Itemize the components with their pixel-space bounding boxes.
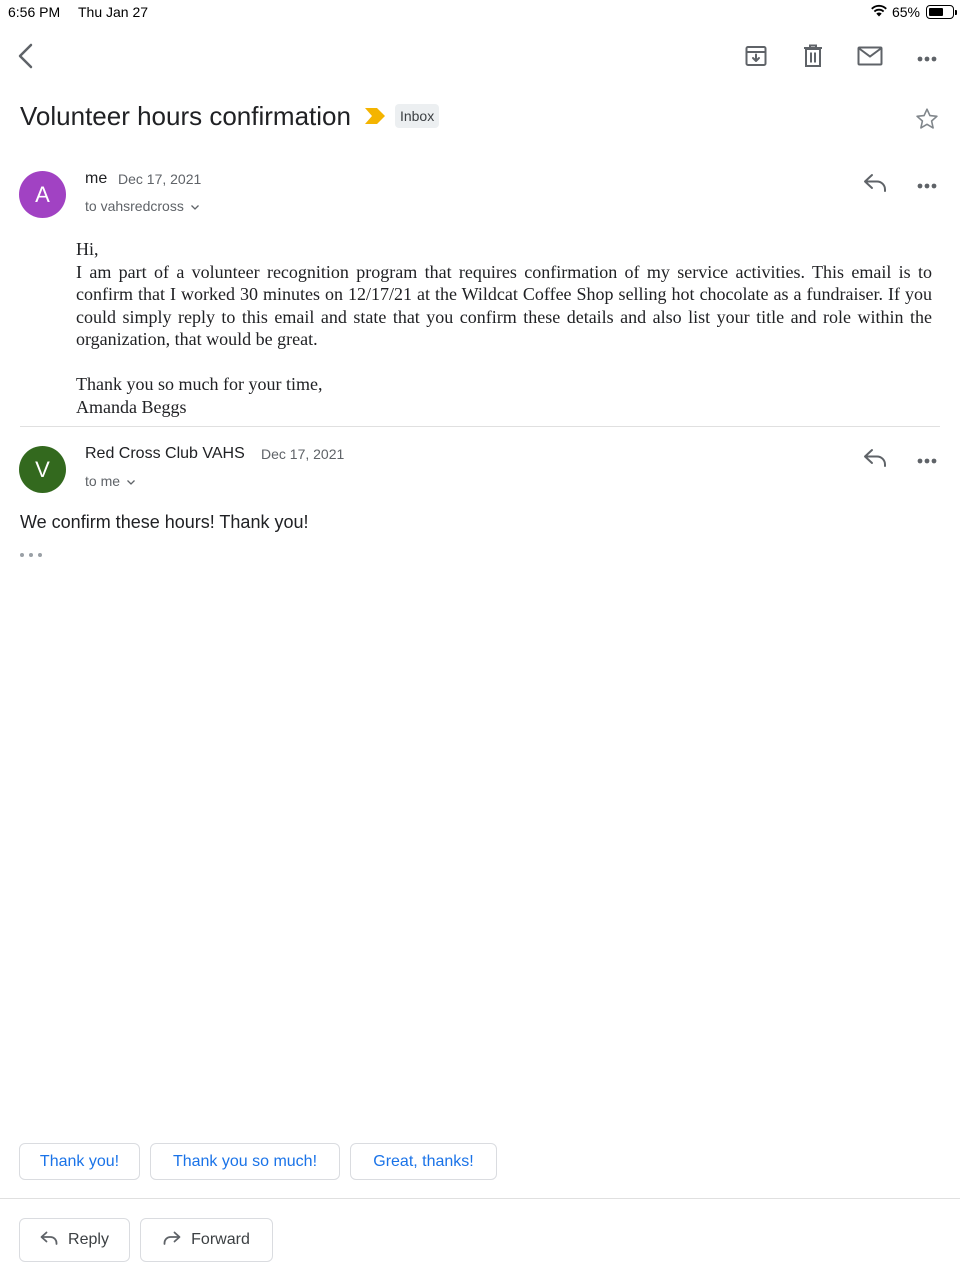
- archive-icon: [744, 44, 768, 73]
- reply-message-body: We confirm these hours! Thank you!: [20, 512, 309, 532]
- back-button[interactable]: [10, 42, 42, 74]
- avatar[interactable]: A: [19, 171, 66, 218]
- message-more-button[interactable]: [911, 444, 943, 476]
- recipient-details[interactable]: to vahsredcross: [85, 198, 200, 214]
- more-horizontal-icon: [917, 451, 937, 469]
- avatar[interactable]: V: [19, 446, 66, 493]
- reply-icon-button[interactable]: [859, 444, 891, 476]
- battery-percent: 65%: [891, 3, 920, 20]
- reply-label: Reply: [68, 1231, 109, 1248]
- chevron-left-icon: [16, 43, 36, 74]
- greeting-text: Hi,: [76, 239, 99, 259]
- smart-reply-chip[interactable]: Great, thanks!: [350, 1143, 497, 1180]
- forward-icon: [163, 1231, 181, 1250]
- star-button[interactable]: [912, 106, 942, 136]
- message-date: Dec 17, 2021: [261, 446, 345, 462]
- signoff-text: Thank you so much for your time,: [76, 374, 323, 394]
- email-subject: Volunteer hours confirmation: [20, 100, 351, 131]
- trash-icon: [802, 44, 824, 73]
- more-horizontal-icon: [917, 49, 937, 67]
- message-divider: [20, 426, 940, 427]
- body-paragraph: I am part of a volunteer recognition pro…: [76, 261, 932, 350]
- more-horizontal-icon: [917, 176, 937, 194]
- smart-reply-chip[interactable]: Thank you so much!: [150, 1143, 340, 1180]
- reply-button[interactable]: Reply: [19, 1218, 130, 1262]
- message-more-button[interactable]: [911, 169, 943, 201]
- status-indicators: 65%: [870, 3, 957, 20]
- toolbar: [0, 36, 960, 80]
- battery-icon: [926, 4, 957, 19]
- importance-marker-icon[interactable]: [364, 108, 385, 124]
- wifi-icon: [870, 3, 888, 20]
- mail-icon: [857, 46, 883, 71]
- bottom-divider: [0, 1198, 960, 1199]
- status-bar: 6:56 PM Thu Jan 27 65%: [0, 0, 960, 24]
- inbox-label[interactable]: Inbox: [394, 104, 440, 128]
- reply-icon: [40, 1231, 58, 1250]
- archive-button[interactable]: [740, 42, 772, 74]
- star-outline-icon: [915, 107, 939, 136]
- reply-icon: [863, 173, 887, 198]
- reply-icon-button[interactable]: [859, 169, 891, 201]
- reply-icon: [863, 448, 887, 473]
- status-time: 6:56 PM: [8, 4, 61, 20]
- smart-reply-chip[interactable]: Thank you!: [19, 1143, 140, 1180]
- chevron-down-icon: [190, 198, 200, 214]
- signature-text: Amanda Beggs: [76, 396, 187, 417]
- message-date: Dec 17, 2021: [118, 171, 202, 187]
- delete-button[interactable]: [797, 42, 829, 74]
- subject-row: Volunteer hours confirmation Inbox: [20, 96, 960, 136]
- show-trimmed-content-button[interactable]: [20, 548, 42, 562]
- sender-name: me: [85, 170, 108, 187]
- mark-unread-button[interactable]: [854, 42, 886, 74]
- forward-button[interactable]: Forward: [140, 1218, 273, 1262]
- recipient-label: to vahsredcross: [85, 198, 184, 214]
- sender-name: Red Cross Club VAHS: [85, 445, 245, 462]
- recipient-label: to me: [85, 473, 121, 489]
- forward-label: Forward: [191, 1231, 250, 1248]
- more-options-button[interactable]: [911, 42, 943, 74]
- recipient-details[interactable]: to me: [85, 473, 136, 489]
- message-body: Hi, I am part of a volunteer recognition…: [76, 238, 932, 418]
- status-date: Thu Jan 27: [78, 4, 149, 20]
- chevron-down-icon: [126, 473, 136, 489]
